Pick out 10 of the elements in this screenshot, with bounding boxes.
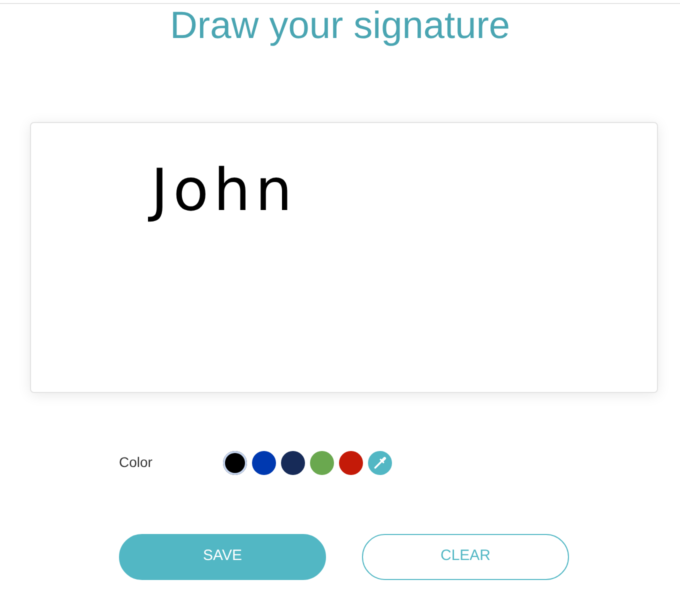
save-button[interactable]: SAVE	[119, 534, 326, 580]
color-swatch[interactable]	[310, 450, 334, 475]
color-swatch[interactable]	[252, 450, 276, 475]
color-swatch[interactable]	[223, 450, 247, 475]
signature-pad[interactable]: John	[30, 122, 658, 393]
color-swatch[interactable]	[281, 450, 305, 475]
color-swatch[interactable]	[339, 450, 363, 475]
color-label: Color	[119, 453, 154, 472]
page-title: Draw your signature	[170, 4, 510, 49]
clear-button[interactable]: CLEAR	[362, 534, 569, 580]
